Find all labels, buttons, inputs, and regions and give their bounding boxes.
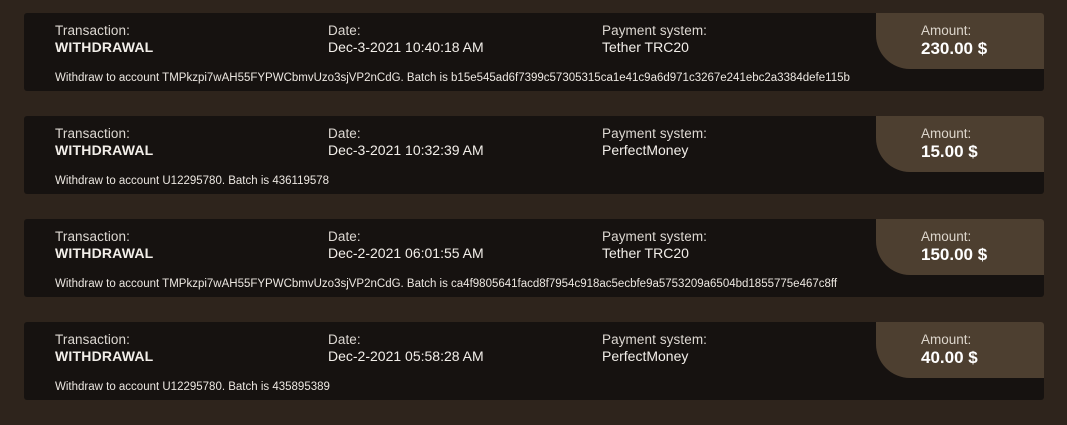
transaction-type-field: Transaction: WITHDRAWAL	[55, 332, 153, 365]
transaction-type: WITHDRAWAL	[55, 142, 154, 158]
transaction-type: WITHDRAWAL	[55, 245, 154, 261]
date-value: Dec-2-2021 06:01:55 AM	[328, 245, 484, 261]
payment-system-value: PerfectMoney	[602, 142, 689, 158]
amount-badge: Amount: 40.00 $	[876, 322, 1044, 378]
amount-value: 150.00 $	[921, 245, 988, 264]
payment-system-field: Payment system: Tether TRC20	[602, 229, 707, 262]
transaction-description: Withdraw to account TMPkzpi7wAH55FYPWCbm…	[55, 72, 850, 84]
transaction-type: WITHDRAWAL	[55, 39, 154, 55]
transaction-type-field: Transaction: WITHDRAWAL	[55, 23, 153, 56]
amount-label: Amount:	[921, 23, 972, 38]
payment-system-field: Payment system: Tether TRC20	[602, 23, 707, 56]
amount-value: 230.00 $	[921, 39, 988, 58]
transaction-card: Transaction: WITHDRAWAL Date: Dec-3-2021…	[24, 116, 1044, 194]
transaction-card: Transaction: WITHDRAWAL Date: Dec-3-2021…	[24, 13, 1044, 91]
payment-system-label: Payment system:	[602, 332, 708, 347]
date-label: Date:	[328, 332, 361, 347]
amount-label: Amount:	[921, 229, 972, 244]
payment-system-label: Payment system:	[602, 229, 708, 244]
date-label: Date:	[328, 126, 361, 141]
transaction-card: Transaction: WITHDRAWAL Date: Dec-2-2021…	[24, 322, 1044, 400]
date-value: Dec-2-2021 05:58:28 AM	[328, 348, 484, 364]
date-label: Date:	[328, 23, 361, 38]
payment-system-value: PerfectMoney	[602, 348, 689, 364]
date-field: Date: Dec-2-2021 05:58:28 AM	[328, 332, 484, 365]
transaction-label: Transaction:	[55, 126, 130, 141]
payment-system-field: Payment system: PerfectMoney	[602, 332, 707, 365]
amount-label: Amount:	[921, 126, 972, 141]
date-value: Dec-3-2021 10:32:39 AM	[328, 142, 484, 158]
transaction-label: Transaction:	[55, 332, 130, 347]
payment-system-label: Payment system:	[602, 23, 708, 38]
amount-badge: Amount: 15.00 $	[876, 116, 1044, 172]
payment-system-field: Payment system: PerfectMoney	[602, 126, 707, 159]
date-field: Date: Dec-2-2021 06:01:55 AM	[328, 229, 484, 262]
amount-label: Amount:	[921, 332, 972, 347]
amount-badge: Amount: 150.00 $	[876, 219, 1044, 275]
transaction-label: Transaction:	[55, 229, 130, 244]
date-field: Date: Dec-3-2021 10:32:39 AM	[328, 126, 484, 159]
transaction-description: Withdraw to account TMPkzpi7wAH55FYPWCbm…	[55, 278, 838, 290]
date-label: Date:	[328, 229, 361, 244]
amount-value: 40.00 $	[921, 348, 978, 367]
date-value: Dec-3-2021 10:40:18 AM	[328, 39, 484, 55]
payment-system-value: Tether TRC20	[602, 245, 689, 261]
transaction-type-field: Transaction: WITHDRAWAL	[55, 229, 153, 262]
payment-system-label: Payment system:	[602, 126, 708, 141]
transaction-description: Withdraw to account U12295780. Batch is …	[55, 175, 330, 187]
transaction-description: Withdraw to account U12295780. Batch is …	[55, 381, 330, 393]
transaction-type: WITHDRAWAL	[55, 348, 154, 364]
payment-system-value: Tether TRC20	[602, 39, 689, 55]
transaction-card: Transaction: WITHDRAWAL Date: Dec-2-2021…	[24, 219, 1044, 297]
transaction-list: Transaction: WITHDRAWAL Date: Dec-3-2021…	[24, 13, 1044, 425]
transaction-label: Transaction:	[55, 23, 130, 38]
amount-badge: Amount: 230.00 $	[876, 13, 1044, 69]
amount-value: 15.00 $	[921, 142, 978, 161]
date-field: Date: Dec-3-2021 10:40:18 AM	[328, 23, 484, 56]
transaction-type-field: Transaction: WITHDRAWAL	[55, 126, 153, 159]
